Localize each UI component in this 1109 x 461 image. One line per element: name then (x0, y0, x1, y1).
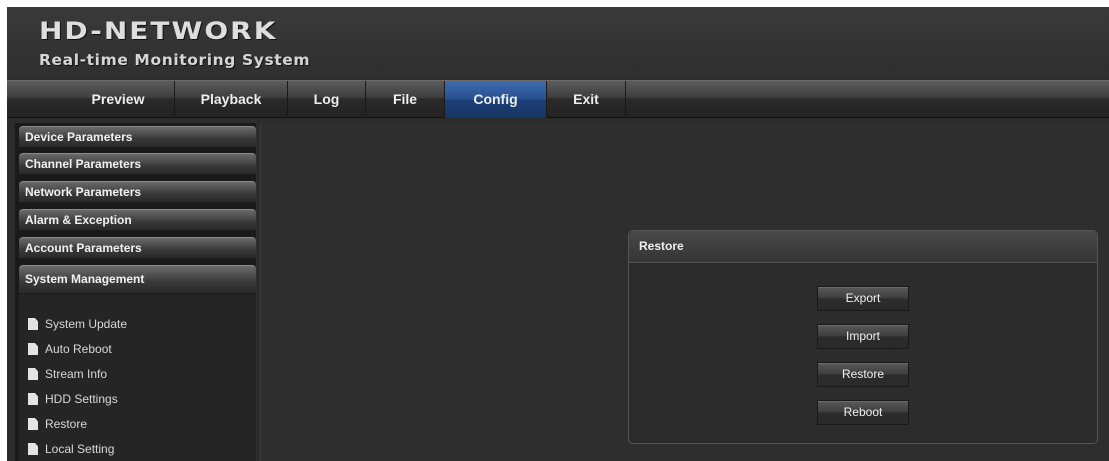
nav-log[interactable]: Log (288, 81, 366, 118)
header-banner: HD-NETWORK Real-time Monitoring System (7, 7, 1109, 79)
sidebar-network-parameters[interactable]: Network Parameters (19, 181, 256, 202)
submenu-restore[interactable]: Restore (28, 415, 88, 433)
content-area: Restore Export Import Restore Reboot (260, 123, 1109, 461)
nav-config[interactable]: Config (445, 81, 547, 118)
sidebar-alarm-exception[interactable]: Alarm & Exception (19, 209, 256, 230)
nav-playback[interactable]: Playback (175, 81, 288, 118)
app-subtitle: Real-time Monitoring System (39, 51, 311, 69)
main-nav: Preview Playback Log File Config Exit (7, 80, 1109, 118)
document-icon (28, 418, 38, 430)
system-management-submenu: System Update Auto Reboot Stream Info HD… (19, 294, 256, 461)
app-logo: HD-NETWORK (39, 17, 278, 46)
export-button[interactable]: Export (817, 286, 909, 311)
submenu-stream-info[interactable]: Stream Info (28, 365, 108, 383)
submenu-label: Local Setting (45, 442, 115, 456)
restore-panel: Restore Export Import Restore Reboot (628, 230, 1098, 444)
nav-preview[interactable]: Preview (62, 81, 175, 118)
submenu-label: Restore (45, 417, 88, 431)
import-button[interactable]: Import (817, 324, 909, 349)
submenu-local-setting[interactable]: Local Setting (28, 440, 115, 458)
sidebar-channel-parameters[interactable]: Channel Parameters (19, 153, 256, 174)
nav-exit[interactable]: Exit (547, 81, 626, 118)
document-icon (28, 343, 38, 355)
submenu-system-update[interactable]: System Update (28, 315, 128, 333)
document-icon (28, 393, 38, 405)
submenu-label: HDD Settings (45, 392, 118, 406)
submenu-auto-reboot[interactable]: Auto Reboot (28, 340, 112, 358)
panel-title: Restore (629, 231, 1097, 263)
submenu-hdd-settings[interactable]: HDD Settings (28, 390, 118, 408)
app-window: HD-NETWORK Real-time Monitoring System P… (7, 7, 1109, 461)
document-icon (28, 368, 38, 380)
document-icon (28, 443, 38, 455)
sidebar-device-parameters[interactable]: Device Parameters (19, 126, 256, 147)
sidebar-account-parameters[interactable]: Account Parameters (19, 237, 256, 258)
submenu-label: Auto Reboot (45, 342, 112, 356)
reboot-button[interactable]: Reboot (817, 400, 909, 425)
sidebar: Device Parameters Channel Parameters Net… (15, 123, 256, 461)
document-icon (28, 318, 38, 330)
submenu-label: System Update (45, 317, 128, 331)
sidebar-system-management[interactable]: System Management (19, 265, 256, 293)
restore-button[interactable]: Restore (817, 362, 909, 387)
submenu-label: Stream Info (45, 367, 108, 381)
nav-file[interactable]: File (366, 81, 445, 118)
